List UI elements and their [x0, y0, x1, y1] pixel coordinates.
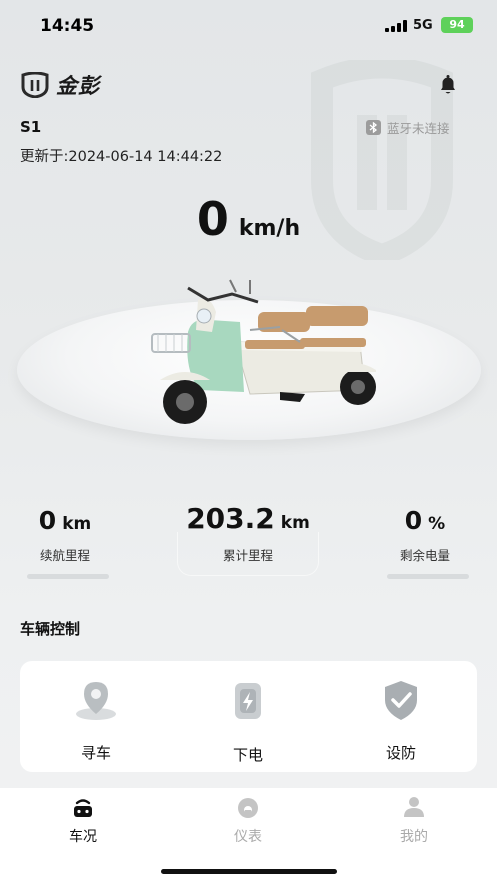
range-stat: 0 km 续航里程: [10, 506, 120, 564]
odometer-label: 累计里程: [222, 548, 273, 563]
section-title: 车辆控制: [20, 620, 81, 638]
vehicle-image: [151, 279, 376, 424]
odometer-value: 203.2: [186, 502, 275, 535]
last-updated: 更新于:2024-06-14 14:44:22: [20, 149, 223, 165]
odometer-unit: km: [280, 513, 310, 533]
battery-bar: [387, 574, 469, 579]
power-off-label: 下电: [232, 746, 263, 764]
bluetooth-icon: [366, 120, 381, 135]
find-vehicle-label: 寻车: [80, 744, 111, 762]
home-indicator[interactable]: [161, 869, 337, 874]
tab-vehicle-status-label: 车况: [69, 829, 97, 845]
brand-name: 金彭: [56, 74, 100, 98]
power-off-button[interactable]: 下电: [198, 680, 298, 765]
arm-security-label: 设防: [385, 744, 416, 762]
bluetooth-status-text: 蓝牙未连接: [387, 121, 450, 136]
odometer-stat: 203.2 km 累计里程: [150, 502, 346, 564]
find-vehicle-button[interactable]: 寻车: [46, 678, 146, 763]
speed-unit: km/h: [238, 216, 301, 241]
notification-bell-icon[interactable]: [437, 74, 459, 96]
arm-security-button[interactable]: 设防: [351, 678, 451, 763]
bluetooth-status[interactable]: 蓝牙未连接: [366, 118, 450, 137]
tab-dashboard-label: 仪表: [234, 829, 262, 845]
status-time: 14:45: [40, 16, 95, 36]
shield-check-icon: [385, 681, 417, 720]
tab-profile-label: 我的: [400, 829, 428, 845]
power-off-icon: [235, 683, 261, 719]
cellular-signal-icon: [385, 20, 407, 32]
range-bar: [27, 574, 109, 579]
battery-stat-label: 剩余电量: [399, 548, 450, 563]
dashboard-gauge-icon: [238, 798, 258, 818]
battery-stat-value: 0: [404, 506, 423, 535]
range-label: 续航里程: [39, 548, 90, 563]
tab-profile[interactable]: 我的: [374, 796, 454, 846]
profile-icon: [404, 797, 424, 817]
speed-value: 0: [196, 192, 229, 246]
vehicle-status-icon: [74, 799, 92, 817]
battery-stat-unit: %: [428, 514, 446, 534]
range-value: 0: [38, 506, 57, 535]
tab-vehicle-status[interactable]: 车况: [43, 796, 123, 846]
speed-readout: 0 km/h: [0, 192, 497, 246]
network-type: 5G: [413, 18, 433, 33]
tab-dashboard[interactable]: 仪表: [208, 796, 288, 846]
vehicle-name[interactable]: S1: [20, 118, 41, 136]
battery-level: 94: [449, 18, 465, 31]
battery-icon: 94: [441, 17, 473, 33]
range-unit: km: [62, 514, 92, 534]
battery-stat: 0% 剩余电量: [370, 506, 480, 564]
location-pin-icon: [76, 682, 116, 720]
brand-logo: 金彭: [20, 72, 100, 98]
brand-shield-icon: [21, 72, 49, 98]
